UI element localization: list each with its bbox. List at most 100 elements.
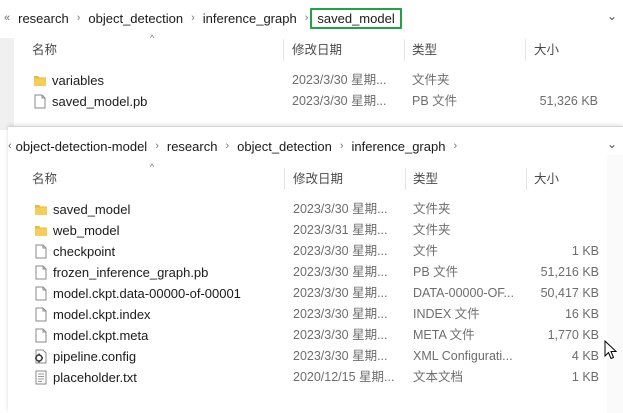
breadcrumb-separator-icon[interactable]: › (338, 140, 346, 152)
file-name: saved_model (53, 202, 131, 217)
file-type: XML Configurati... (413, 349, 513, 363)
list-item[interactable]: web_model 2023/3/31 星期... 文件夹 (8, 220, 623, 241)
file-type: 文件夹 (412, 73, 450, 87)
config-file-icon (35, 349, 47, 364)
column-divider[interactable] (284, 168, 285, 190)
file-name: saved_model.pb (52, 94, 148, 109)
explorer-window-inference-graph: ‹ object-detection-model › research › ob… (8, 126, 623, 413)
file-date: 2023/3/30 星期... (293, 244, 388, 258)
breadcrumb-item-inference-graph[interactable]: inference_graph (345, 139, 451, 154)
column-header-type[interactable]: 类型 (413, 168, 438, 190)
column-divider[interactable] (404, 39, 405, 61)
file-type: 文本文档 (413, 370, 464, 384)
file-icon (34, 94, 46, 109)
column-divider[interactable] (405, 168, 406, 190)
list-item[interactable]: model.ckpt.index 2023/3/30 星期... INDEX 文… (8, 304, 623, 325)
folder-icon (34, 76, 46, 86)
breadcrumb-item-inference-graph[interactable]: inference_graph (197, 11, 303, 26)
breadcrumb-separator-icon[interactable]: › (303, 12, 311, 24)
list-item[interactable]: model.ckpt.data-00000-of-00001 2023/3/30… (8, 283, 623, 304)
file-date: 2023/3/31 星期... (293, 223, 388, 237)
file-name: variables (52, 73, 105, 88)
breadcrumb-item-research[interactable]: research (161, 139, 224, 154)
file-type: META 文件 (413, 328, 475, 342)
file-date: 2023/3/30 星期... (293, 265, 388, 279)
file-size: 51,216 KB (540, 265, 599, 279)
file-date: 2023/3/30 星期... (293, 286, 388, 300)
file-type: INDEX 文件 (413, 307, 480, 321)
list-item[interactable]: saved_model 2023/3/30 星期... 文件夹 (8, 199, 623, 220)
chevron-down-icon[interactable]: ⌄ (607, 9, 617, 23)
explorer-window-saved-model: « research › object_detection › inferenc… (0, 0, 623, 130)
file-type: 文件 (413, 244, 439, 258)
column-header-date[interactable]: 修改日期 (292, 39, 342, 61)
breadcrumb-item-research[interactable]: research (12, 11, 75, 26)
column-header-row: ^ 名称 修改日期 类型 大小 (8, 162, 607, 190)
file-size: 16 KB (564, 307, 599, 321)
column-divider[interactable] (283, 39, 284, 61)
breadcrumb-separator-icon[interactable]: › (75, 12, 83, 24)
breadcrumb: ‹ object-detection-model › research › ob… (8, 133, 459, 159)
column-header-type[interactable]: 类型 (412, 39, 437, 61)
list-item[interactable]: variables 2023/3/30 星期... 文件夹 (0, 70, 623, 91)
file-type: PB 文件 (413, 265, 459, 279)
file-icon (35, 265, 47, 280)
file-name: checkpoint (53, 244, 116, 259)
column-header-size[interactable]: 大小 (534, 39, 559, 61)
file-name: model.ckpt.index (53, 307, 151, 322)
file-name: placeholder.txt (53, 370, 137, 385)
file-date: 2023/3/30 星期... (293, 202, 388, 216)
list-item[interactable]: model.ckpt.meta 2023/3/30 星期... META 文件 … (8, 325, 623, 346)
column-divider[interactable] (526, 168, 527, 190)
file-icon (35, 307, 47, 322)
column-header-date[interactable]: 修改日期 (293, 168, 343, 190)
file-type: 文件夹 (413, 202, 451, 216)
breadcrumb-overflow-button[interactable]: « (0, 12, 12, 24)
breadcrumb-separator-icon[interactable]: › (189, 12, 197, 24)
file-name: model.ckpt.meta (53, 328, 149, 343)
breadcrumb-separator-icon[interactable]: › (451, 140, 459, 152)
chevron-down-icon[interactable]: ⌄ (607, 137, 617, 151)
file-size: 50,417 KB (540, 286, 599, 300)
file-date: 2023/3/30 星期... (292, 73, 387, 87)
file-name: web_model (53, 223, 120, 238)
list-item[interactable]: frozen_inference_graph.pb 2023/3/30 星期..… (8, 262, 623, 283)
folder-icon (35, 205, 47, 215)
text-file-icon (35, 370, 47, 385)
file-type: DATA-00000-OF... (413, 286, 514, 300)
file-size: 1 KB (571, 370, 599, 384)
breadcrumb-item-saved-model[interactable]: saved_model (310, 7, 402, 29)
sort-ascending-icon: ^ (150, 162, 155, 172)
file-date: 2023/3/30 星期... (293, 307, 388, 321)
file-date: 2023/3/30 星期... (293, 349, 388, 363)
breadcrumb-item-object-detection-model[interactable]: object-detection-model (14, 139, 154, 154)
file-type: PB 文件 (412, 94, 458, 108)
file-size: 4 KB (571, 349, 599, 363)
mouse-cursor-icon (604, 340, 618, 360)
list-item[interactable]: pipeline.config 2023/3/30 星期... XML Conf… (8, 346, 623, 367)
sort-ascending-icon: ^ (150, 33, 155, 43)
breadcrumb-item-object-detection[interactable]: object_detection (82, 11, 189, 26)
breadcrumb-separator-icon[interactable]: › (153, 140, 161, 152)
column-divider[interactable] (525, 39, 526, 61)
folder-icon (35, 226, 47, 236)
breadcrumb-separator-icon[interactable]: › (223, 140, 231, 152)
file-date: 2020/12/15 星期... (293, 370, 395, 384)
file-name: model.ckpt.data-00000-of-00001 (53, 286, 241, 301)
column-header-size[interactable]: 大小 (534, 168, 559, 190)
file-type: 文件夹 (413, 223, 451, 237)
file-icon (35, 286, 47, 301)
file-icon (35, 244, 47, 259)
file-date: 2023/3/30 星期... (293, 328, 388, 342)
file-size: 1,770 KB (547, 328, 599, 342)
list-item[interactable]: saved_model.pb 2023/3/30 星期... PB 文件 51,… (0, 91, 623, 112)
breadcrumb-item-object-detection[interactable]: object_detection (231, 139, 338, 154)
column-header-row: ^ 名称 修改日期 类型 大小 (0, 33, 623, 61)
column-header-name[interactable]: 名称 (32, 168, 57, 190)
list-item[interactable]: checkpoint 2023/3/30 星期... 文件 1 KB (8, 241, 623, 262)
breadcrumb: « research › object_detection › inferenc… (0, 5, 402, 31)
list-item[interactable]: placeholder.txt 2020/12/15 星期... 文本文档 1 … (8, 367, 623, 388)
file-icon (35, 328, 47, 343)
column-header-name[interactable]: 名称 (32, 39, 57, 61)
file-name: pipeline.config (53, 349, 137, 364)
